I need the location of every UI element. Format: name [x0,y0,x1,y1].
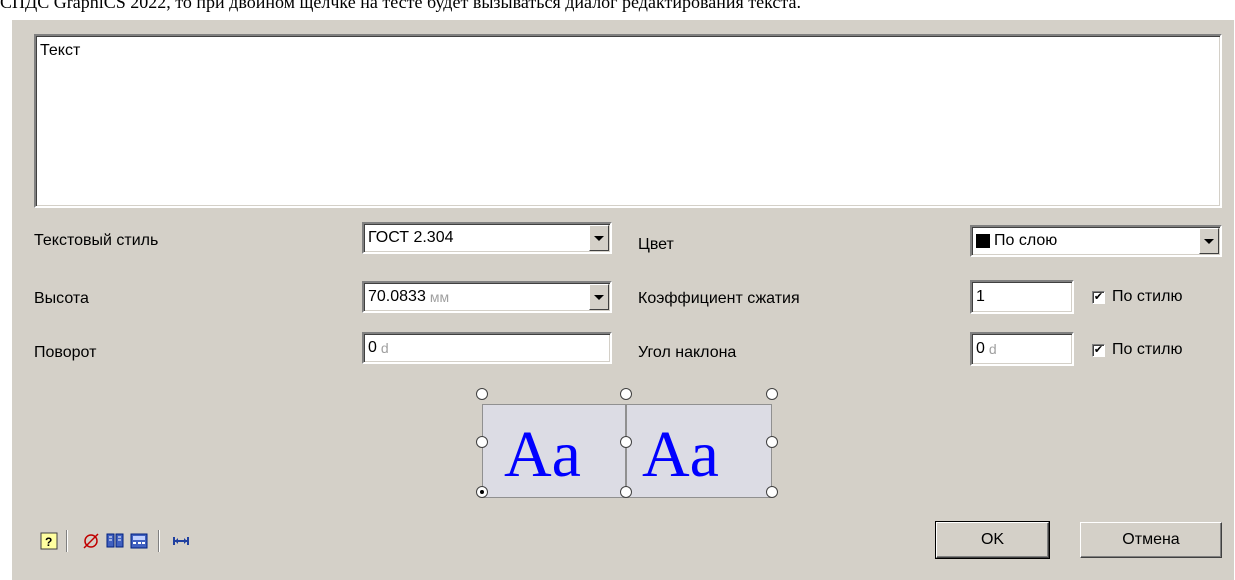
ok-button[interactable]: OK [935,521,1050,559]
grip-handle[interactable] [476,388,488,400]
text-edit-dialog: Текст Текстовый стиль ГОСТ 2.304 Высота … [12,20,1234,580]
chevron-down-icon [1204,238,1214,244]
color-select[interactable]: По слою [970,225,1222,257]
slant-input[interactable]: 0 d [970,332,1074,366]
compression-by-style-label[interactable]: По стилю [1112,288,1182,306]
book-icon[interactable] [106,532,124,550]
slant-by-style-checkbox[interactable]: ✔ [1092,344,1105,357]
height-unit: мм [429,289,450,305]
preview-sample-left: Aa [504,418,581,491]
toolbar-separator [66,530,68,552]
grip-handle[interactable] [766,436,778,448]
text-style-label: Текстовый стиль [34,232,159,249]
compression-label: Коэффициент сжатия [638,290,800,307]
height-dropdown-button[interactable] [589,284,609,310]
grip-handle[interactable] [620,436,632,448]
diameter-icon[interactable] [82,532,100,550]
color-label: Цвет [638,236,674,253]
rotation-value: 0 [368,339,377,356]
grip-handle[interactable] [766,486,778,498]
calculator-icon[interactable] [130,532,148,550]
slant-by-style-label: По стилю [1112,341,1183,358]
grip-handle[interactable] [620,388,632,400]
compression-value: 1 [976,288,985,305]
checkmark-icon: ✔ [1093,291,1104,303]
help-icon[interactable]: ? [40,532,58,550]
chevron-down-icon [594,235,604,241]
grip-handle[interactable] [476,436,488,448]
color-value: По слою [994,232,1058,249]
grip-handle[interactable] [766,388,778,400]
rotation-input[interactable]: 0 d [362,332,612,364]
color-dropdown-button[interactable] [1199,228,1219,254]
document-caption: СПДС GraphiCS 2022, то при двойном щелчк… [0,0,801,12]
color-swatch [976,234,990,248]
rotation-label: Поворот [34,344,97,361]
compression-input[interactable]: 1 [970,280,1074,314]
checkmark-icon: ✔ [1093,344,1104,356]
grip-handle[interactable] [620,486,632,498]
slant-unit: d [988,341,997,357]
text-content-area[interactable]: Текст [34,34,1222,208]
rotation-unit: d [380,340,389,356]
cancel-button[interactable]: Отмена [1080,522,1222,558]
text-style-value: ГОСТ 2.304 [368,229,454,246]
toolbar-separator [158,530,160,552]
svg-text:?: ? [45,535,52,549]
height-value: 70.0833 [368,288,426,305]
height-select[interactable]: 70.0833 мм [362,281,612,313]
style-preview: Aa Aa [476,388,782,500]
slant-label: Угол наклона [638,344,737,361]
text-style-select[interactable]: ГОСТ 2.304 [362,222,612,254]
height-label: Высота [34,290,89,307]
preview-sample-right: Aa [642,418,719,491]
width-icon[interactable] [172,532,190,550]
slant-value: 0 [976,340,985,357]
text-style-dropdown-button[interactable] [589,225,609,251]
compression-by-style-checkbox[interactable]: ✔ [1092,291,1105,304]
chevron-down-icon [594,294,604,300]
grip-handle-base[interactable] [476,486,488,498]
